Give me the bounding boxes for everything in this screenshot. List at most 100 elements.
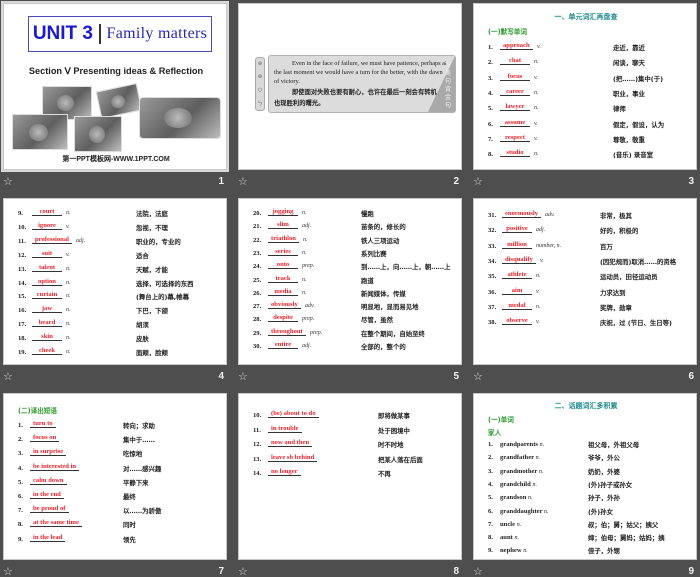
- vocab-row: 38. observe v. 庆祝，过 (节日、生日等): [488, 317, 694, 331]
- answer-blank: focus on: [30, 434, 60, 443]
- row-number: 26.: [253, 289, 262, 297]
- slide-thumbnail-2[interactable]: ⊜ ⊜ ○ ㄅ Even in the face of failure, we …: [235, 0, 465, 192]
- vocab-row: 1. approach v. 走近，靠近: [488, 42, 694, 56]
- star-icon[interactable]: ☆: [238, 565, 248, 577]
- chinese-meaning: 全部的，整个的: [361, 343, 406, 351]
- answer-blank: respect: [500, 134, 530, 142]
- answer-blank: calm down: [30, 477, 67, 485]
- row-number: 22.: [253, 236, 262, 244]
- row-number: 21.: [253, 223, 262, 231]
- english-word: grandson n.: [500, 494, 533, 501]
- slide-thumbnail-3[interactable]: 一、单元词汇再盘查 (一)默写单词 1. approach v. 走近，靠近 2. cha…: [470, 0, 700, 192]
- slide-thumbnail-5[interactable]: 20. jogging n. 慢跑 21. slim adj. 苗条的，修长的 22. triat…: [235, 195, 465, 387]
- star-icon[interactable]: ☆: [3, 175, 13, 188]
- answer-blank: be proud of: [30, 505, 69, 514]
- quote-box: Even in the face of failure, we must hav…: [268, 55, 456, 113]
- slide-thumbnail-7[interactable]: (二)译出短语 1. turn to 转向；求助 2. focus on 集中于…… 3. i…: [0, 390, 230, 577]
- english-word: grandchild n.: [500, 481, 537, 488]
- slide-thumbnail-1[interactable]: UNIT 3 Family matters Section Ⅴ Presenti…: [0, 0, 230, 192]
- vocab-row: 12. now and then 时不时地: [253, 439, 459, 453]
- star-icon[interactable]: ☆: [238, 370, 248, 383]
- vocab-row: 7. be proud of 以……为骄傲: [18, 505, 224, 519]
- star-icon[interactable]: ☆: [473, 370, 483, 383]
- chinese-meaning: (把……)集中(于): [613, 74, 664, 83]
- answer-blank: aim: [502, 287, 532, 295]
- answer-blank: in the end: [30, 491, 64, 499]
- row-number: 10.: [18, 223, 27, 231]
- answer-blank: triathlon: [268, 235, 299, 243]
- part-of-speech: n.: [534, 105, 539, 112]
- row-number: 8.: [488, 151, 493, 159]
- answer-blank: assume: [500, 119, 530, 127]
- star-icon[interactable]: ☆: [473, 565, 483, 577]
- answer-blank: talent: [32, 264, 62, 272]
- slide-sorter-grid: UNIT 3 Family matters Section Ⅴ Presenti…: [0, 0, 700, 577]
- vocab-row: 1. turn to 转向；求助: [18, 420, 224, 434]
- chinese-meaning: 时不时地: [378, 441, 404, 449]
- row-number: 24.: [253, 263, 262, 271]
- part-of-speech: n.: [536, 273, 541, 280]
- answer-blank: focus: [500, 73, 530, 81]
- answer-blank: medal: [502, 302, 532, 310]
- chinese-meaning: 百万: [600, 242, 613, 251]
- star-icon[interactable]: ☆: [3, 370, 13, 383]
- answer-blank: option: [32, 278, 62, 286]
- part-of-speech: adv.: [305, 303, 315, 310]
- part-of-speech: n.: [534, 89, 539, 96]
- chinese-meaning: 孙子，外孙: [588, 494, 620, 503]
- chinese-meaning: 吃惊地: [123, 450, 143, 459]
- subheading: (一)单词: [488, 416, 514, 424]
- answer-blank: ignore: [32, 222, 62, 230]
- row-number: 11.: [253, 426, 261, 434]
- chinese-meaning: (外)孙女: [588, 507, 614, 516]
- slide-thumbnail-8[interactable]: 10. (be) about to do 即将做某事 11. in trouble 处于困…: [235, 390, 465, 577]
- part-of-speech: prep.: [302, 263, 315, 270]
- chinese-meaning: 祖父母，外祖父母: [588, 441, 640, 449]
- subheading: (二)译出短语: [18, 407, 57, 415]
- english-word: uncle n.: [500, 521, 521, 528]
- chinese-meaning: 奖牌，勋章: [600, 303, 632, 312]
- slide-6[interactable]: 31. enormously adv. 非常，极其 32. positive adj. 好的，…: [473, 198, 697, 365]
- answer-blank: obviously: [268, 301, 301, 310]
- slide-thumbnail-4[interactable]: 9. court n. 法院，法庭 10. ignore v. 忽视，不理 11. profess…: [0, 195, 230, 387]
- slide-footer: ☆ 7: [0, 562, 230, 577]
- row-number: 6.: [488, 120, 493, 128]
- row-number: 7.: [488, 135, 493, 143]
- slide-5[interactable]: 20. jogging n. 慢跑 21. slim adj. 苗条的，修长的 22. triat…: [238, 198, 462, 365]
- chinese-meaning: 下巴，下颌: [136, 307, 168, 316]
- vocab-row: 4. be interested in 对……感兴趣: [18, 463, 224, 477]
- vocab-row: 3. focus v. (把……)集中(于): [488, 73, 694, 87]
- english-word: granddaughter n.: [500, 508, 549, 515]
- row-number: 36.: [488, 288, 497, 296]
- slide-thumbnail-6[interactable]: 31. enormously adv. 非常，极其 32. positive adj. 好的，…: [470, 195, 700, 387]
- part-of-speech: adj.: [76, 237, 86, 244]
- vocab-row: 26. media n. 新闻媒体，传媒: [253, 288, 459, 302]
- star-icon[interactable]: ☆: [3, 565, 13, 577]
- vocab-row: 12. suit v. 适合: [18, 250, 224, 264]
- part-of-speech: n.: [538, 468, 544, 475]
- star-icon[interactable]: ☆: [473, 175, 483, 188]
- slide-4[interactable]: 9. court n. 法院，法庭 10. ignore v. 忽视，不理 11. profess…: [3, 198, 227, 365]
- row-number: 6.: [488, 507, 493, 515]
- row-number: 1.: [488, 44, 493, 51]
- row-number: 1.: [488, 441, 493, 448]
- chinese-meaning: 对……感兴趣: [123, 464, 162, 473]
- chinese-meaning: (舞台上的)幕,帷幕: [136, 293, 190, 302]
- slide-9[interactable]: 二、话题词汇多积累 (一)单词 家人 1. grandparents n. 祖父母，…: [473, 393, 697, 560]
- slide-3[interactable]: 一、单元词汇再盘查 (一)默写单词 1. approach v. 走近，靠近 2. cha…: [473, 3, 697, 170]
- vocab-row: 6. granddaughter n. (外)孙女: [488, 508, 694, 520]
- slide-2[interactable]: ⊜ ⊜ ○ ㄅ Even in the face of failure, we …: [238, 3, 462, 170]
- slide-thumbnail-9[interactable]: 二、话题词汇多积累 (一)单词 家人 1. grandparents n. 祖父母，…: [470, 390, 700, 577]
- row-number: 34.: [488, 257, 497, 265]
- quote-card: ⊜ ⊜ ○ ㄅ Even in the face of failure, we …: [255, 55, 456, 113]
- star-icon[interactable]: ☆: [238, 175, 248, 188]
- slide-8[interactable]: 10. (be) about to do 即将做某事 11. in trouble 处于困…: [238, 393, 462, 560]
- slide-footer: ☆ 6: [470, 367, 700, 385]
- vocab-row: 6. in the end 最终: [18, 491, 224, 505]
- row-number: 8.: [18, 521, 23, 529]
- slide-7[interactable]: (二)译出短语 1. turn to 转向；求助 2. focus on 集中于…… 3. i…: [3, 393, 227, 560]
- quote-side-tab: ⊜ ⊜ ○ ㄅ: [255, 57, 265, 111]
- slide-1[interactable]: UNIT 3 Family matters Section Ⅴ Presenti…: [1, 1, 229, 172]
- chinese-meaning: 以……为骄傲: [123, 507, 162, 516]
- slide-footer: ☆ 3: [470, 172, 700, 190]
